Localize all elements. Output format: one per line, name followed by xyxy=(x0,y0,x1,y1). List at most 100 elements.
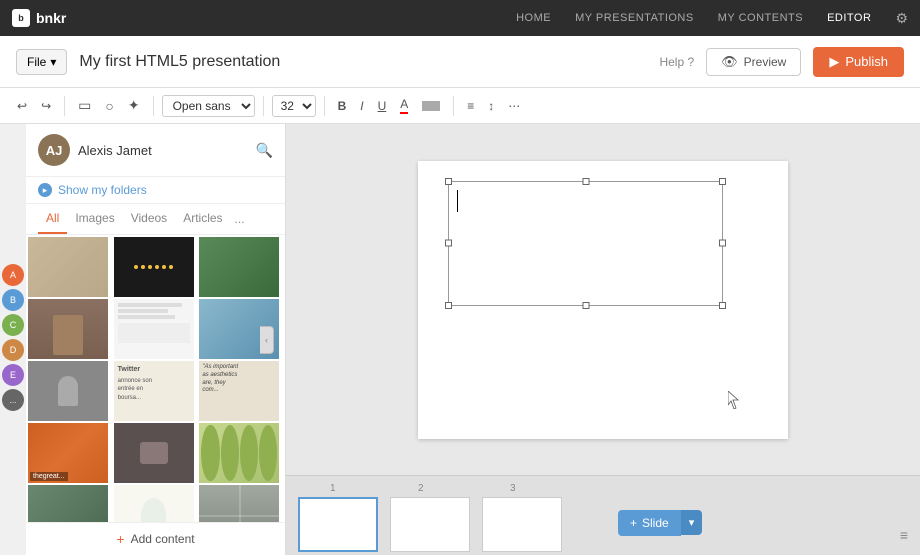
folder-icon: ▸ xyxy=(38,183,52,197)
sidebar-search-button[interactable]: 🔍 xyxy=(256,142,273,159)
dropdown-icon: ▾ xyxy=(689,517,695,529)
slide-workspace[interactable] xyxy=(286,124,920,475)
nav-home[interactable]: HOME xyxy=(516,12,551,24)
resize-handle-right-center[interactable] xyxy=(719,240,726,247)
circle-tool[interactable]: ○ xyxy=(100,95,118,117)
image-item-12[interactable] xyxy=(199,423,279,483)
resize-handle-left-center[interactable] xyxy=(445,240,452,247)
image-item-5[interactable] xyxy=(114,299,194,359)
avatar-4[interactable]: D xyxy=(2,339,24,361)
content-sidebar: AJ Alexis Jamet 🔍 ▸ Show my folders All … xyxy=(26,124,286,555)
tab-images[interactable]: Images xyxy=(67,204,122,234)
show-folders-toggle[interactable]: ▸ Show my folders xyxy=(26,177,285,204)
mouse-cursor-indicator xyxy=(728,391,740,409)
filter-icon: ≡ xyxy=(900,527,908,543)
nav-contents[interactable]: MY CONTENTS xyxy=(718,12,803,24)
image-item-14[interactable] xyxy=(114,485,194,522)
separator-1 xyxy=(64,96,65,116)
main-layout: A B C D E ... AJ Alexis Jamet 🔍 ▸ Show m… xyxy=(0,124,920,555)
publish-button[interactable]: ▶ Publish xyxy=(813,47,904,77)
filmstrip-filter-button[interactable]: ≡ xyxy=(900,527,908,543)
font-family-select[interactable]: Open sans xyxy=(162,95,255,117)
align-icon: ≡ xyxy=(467,99,474,113)
slide-thumbnail-2[interactable] xyxy=(390,497,470,552)
show-folders-label: Show my folders xyxy=(58,183,147,197)
highlight-icon xyxy=(422,101,440,111)
resize-handle-top-right[interactable] xyxy=(719,178,726,185)
help-button[interactable]: Help ? xyxy=(659,55,694,69)
avatar-3[interactable]: C xyxy=(2,314,24,336)
more-options-button[interactable]: ⋯ xyxy=(503,96,525,116)
sidebar-collapse-handle[interactable]: ‹ xyxy=(260,326,274,354)
undo-button[interactable]: ↩ xyxy=(12,96,32,116)
slide-thumbnail-1[interactable] xyxy=(298,497,378,552)
nav-links: HOME MY PRESENTATIONS MY CONTENTS EDITOR… xyxy=(516,10,908,27)
nav-presentations[interactable]: MY PRESENTATIONS xyxy=(575,12,694,24)
align-button[interactable]: ≡ xyxy=(462,96,479,116)
add-content-button[interactable]: + Add content xyxy=(26,522,285,555)
slide-canvas[interactable] xyxy=(418,161,788,439)
font-size-select[interactable]: 32 xyxy=(272,95,316,117)
file-button[interactable]: File ▾ xyxy=(16,49,67,75)
separator-5 xyxy=(453,96,454,116)
preview-button[interactable]: 👁 Preview xyxy=(706,48,801,76)
user-avatars-sidebar: A B C D E ... xyxy=(2,264,24,411)
highlight-button[interactable] xyxy=(417,98,445,114)
resize-handle-bottom-center[interactable] xyxy=(582,302,589,309)
avatar-more[interactable]: ... xyxy=(2,389,24,411)
resize-handle-bottom-left[interactable] xyxy=(445,302,452,309)
image-item-15[interactable] xyxy=(199,485,279,522)
resize-handle-top-center[interactable] xyxy=(582,178,589,185)
italic-button[interactable]: I xyxy=(355,96,368,116)
tab-more[interactable]: ... xyxy=(231,205,249,233)
underline-button[interactable]: U xyxy=(373,96,392,116)
rectangle-tool[interactable]: ▭ xyxy=(73,94,96,117)
tab-all[interactable]: All xyxy=(38,204,67,234)
avatar-1[interactable]: A xyxy=(2,264,24,286)
text-color-button[interactable]: A xyxy=(395,94,413,117)
shape-tool[interactable]: ✦ xyxy=(123,94,145,117)
image-item-4[interactable] xyxy=(28,299,108,359)
resize-handle-bottom-right[interactable] xyxy=(719,302,726,309)
shape-icon: ✦ xyxy=(128,97,140,114)
text-element[interactable] xyxy=(448,181,723,306)
image-item-10[interactable]: thegreat... xyxy=(28,423,108,483)
settings-button[interactable]: ⚙ xyxy=(895,10,908,27)
brand-name: bnkr xyxy=(36,10,66,26)
image-item-3[interactable] xyxy=(199,237,279,297)
avatar-2[interactable]: B xyxy=(2,289,24,311)
image-item-11[interactable] xyxy=(114,423,194,483)
tab-articles[interactable]: Articles xyxy=(175,204,230,234)
spacing-button[interactable]: ↕ xyxy=(483,96,499,116)
slide-number-1: 1 xyxy=(330,483,336,494)
separator-4 xyxy=(324,96,325,116)
avatar-5[interactable]: E xyxy=(2,364,24,386)
text-cursor xyxy=(457,190,458,212)
add-slide-dropdown-button[interactable]: ▾ xyxy=(681,510,703,535)
image-item-7[interactable] xyxy=(28,361,108,421)
image-item-1[interactable] xyxy=(28,237,108,297)
eye-icon: 👁 xyxy=(721,54,738,70)
image-item-8[interactable]: Twitter annonce son entrée en boursa... xyxy=(114,361,194,421)
slide-thumb-item-3: 3 xyxy=(482,479,562,552)
resize-handle-top-left[interactable] xyxy=(445,178,452,185)
image-item-13[interactable] xyxy=(28,485,108,522)
slide-thumbnail-3[interactable] xyxy=(482,497,562,552)
add-slide-button[interactable]: + Slide xyxy=(618,510,681,536)
slide-number-3: 3 xyxy=(510,483,516,494)
tab-videos[interactable]: Videos xyxy=(123,204,175,234)
redo-button[interactable]: ↪ xyxy=(36,96,56,116)
image-item-9[interactable]: "As important as aesthetics are, they co… xyxy=(199,361,279,421)
circle-icon: ○ xyxy=(105,98,113,114)
file-label: File xyxy=(27,55,46,69)
sidebar-header: AJ Alexis Jamet 🔍 xyxy=(26,124,285,177)
sidebar-tabs: All Images Videos Articles ... xyxy=(26,204,285,235)
image-item-2[interactable] xyxy=(114,237,194,297)
sub-header: File ▾ My first HTML5 presentation Help … xyxy=(0,36,920,88)
bold-button[interactable]: B xyxy=(333,96,352,116)
preview-label: Preview xyxy=(744,55,787,69)
brand-logo[interactable]: b bnkr xyxy=(12,9,66,27)
nav-editor[interactable]: EDITOR xyxy=(827,12,871,24)
presentation-title[interactable]: My first HTML5 presentation xyxy=(79,53,647,71)
redo-icon: ↪ xyxy=(41,99,51,113)
